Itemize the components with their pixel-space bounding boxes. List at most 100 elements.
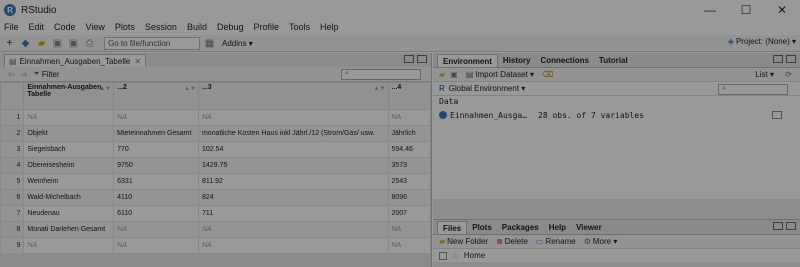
menu-file[interactable]: File (0, 22, 25, 32)
minimize-pane-icon[interactable] (773, 222, 783, 230)
broom-icon[interactable]: ⌫ (542, 70, 553, 79)
open-workspace-icon[interactable]: ▰ (439, 70, 445, 79)
table-cell: Weinheim (23, 173, 115, 190)
maximize-button[interactable]: ☐ (728, 0, 764, 20)
new-project-icon[interactable]: ◆ (19, 37, 32, 50)
app-title: RStudio (21, 4, 57, 16)
breadcrumb: ⌂ Home (433, 249, 800, 262)
tab-tutorial[interactable]: Tutorial (594, 54, 633, 67)
table-cell: 824 (197, 189, 389, 206)
table-cell: NA (23, 109, 115, 126)
table-cell: 6331 (113, 173, 199, 190)
scope-dropdown[interactable]: Global Environment ▾ (449, 84, 526, 93)
view-grid-icon[interactable] (772, 111, 782, 119)
tab-connections[interactable]: Connections (535, 54, 593, 67)
tab-packages[interactable]: Packages (497, 221, 544, 234)
tab-environment[interactable]: Environment (437, 54, 498, 67)
project-label: Project: (None) (735, 37, 790, 46)
column-header[interactable]: Einnahmen-Ausgaben Tabelle ▲▼ (23, 82, 115, 110)
title-bar: R RStudio — ☐ ✕ (0, 0, 800, 20)
more-button[interactable]: ⚙ More ▾ (584, 237, 618, 246)
select-all-checkbox[interactable] (439, 251, 447, 260)
files-toolbar: ▰ New Folder ⊗ Delete ▭ Rename ⚙ More ▾ (433, 235, 800, 249)
menu-code[interactable]: Code (50, 22, 82, 32)
table-row: 8 Monati Darlehen Gesamt NA NA NA (0, 221, 431, 238)
data-search-input[interactable]: ⌕ (341, 69, 421, 80)
object-description: 28 obs. of 7 variables (538, 110, 644, 120)
viewer-toolbar: ⇦ ⇨ ⏷ Filter ⌕ (0, 67, 431, 82)
expand-icon[interactable] (439, 111, 447, 119)
tab-plots[interactable]: Plots (467, 221, 497, 234)
menu-plots[interactable]: Plots (111, 22, 141, 32)
table-row: 7 Neudenau 6110 711 2007 (0, 205, 431, 222)
print-icon[interactable]: ⎙ (83, 37, 96, 50)
table-cell: Obereisesheim (23, 157, 115, 174)
back-arrow-icon[interactable]: ⇦ (8, 70, 15, 79)
list-view-button[interactable]: List ▾ (755, 70, 774, 79)
row-number: 9 (0, 237, 25, 254)
main-toolbar: + ◆ ▰ ▣ ▣ ⎙ Go to file/function ▦ Addins… (0, 35, 800, 52)
menu-debug[interactable]: Debug (213, 22, 250, 32)
addins-button[interactable]: Addins ▾ (222, 39, 253, 48)
menu-session[interactable]: Session (141, 22, 183, 32)
refresh-icon[interactable]: ⟳ (785, 70, 792, 79)
rename-icon: ▭ (535, 237, 544, 246)
env-search-input[interactable]: ⌕ (718, 84, 788, 95)
minimize-button[interactable]: — (692, 0, 728, 20)
new-folder-button[interactable]: ▰ New Folder (439, 237, 488, 246)
tab-viewer[interactable]: Viewer (571, 221, 607, 234)
filter-button[interactable]: ⏷ Filter (33, 69, 59, 79)
goto-file-input[interactable]: Go to file/function (104, 36, 200, 50)
tab-files[interactable]: Files (437, 221, 468, 234)
table-cell: Monati Darlehen Gesamt (23, 221, 115, 238)
menu-tools[interactable]: Tools (285, 22, 316, 32)
save-all-icon[interactable]: ▣ (67, 37, 80, 50)
open-file-icon[interactable]: ▰ (35, 37, 48, 50)
pane-layout-icon[interactable]: ▦ (203, 37, 216, 50)
minimize-pane-icon[interactable] (773, 55, 783, 63)
table-cell: 3573 (387, 157, 431, 174)
menu-view[interactable]: View (82, 22, 111, 32)
tab-data-viewer[interactable]: ▤ Einnahmen_Ausgaben_Tabelle ✕ (4, 54, 147, 67)
menu-profile[interactable]: Profile (250, 22, 286, 32)
row-number: 4 (0, 157, 25, 174)
project-menu[interactable]: ◈ Project: (None) ▾ (728, 37, 796, 46)
env-object-row[interactable]: Einnahmen_Ausga… 28 obs. of 7 variables (433, 108, 800, 122)
import-dataset-button[interactable]: ▤ Import Dataset ▾ (466, 70, 534, 79)
maximize-pane-icon[interactable] (786, 55, 796, 63)
minimize-pane-icon[interactable] (404, 55, 414, 63)
menu-edit[interactable]: Edit (25, 22, 51, 32)
close-button[interactable]: ✕ (764, 0, 800, 20)
column-header[interactable]: ...2 ▲▼ (113, 82, 199, 110)
save-workspace-icon[interactable]: ▣ (450, 70, 458, 79)
column-header[interactable]: ...4 (387, 82, 431, 110)
menu-build[interactable]: Build (183, 22, 213, 32)
table-cell: NA (387, 237, 431, 254)
maximize-pane-icon[interactable] (786, 222, 796, 230)
table-cell: NA (113, 221, 199, 238)
breadcrumb-home[interactable]: Home (464, 251, 485, 260)
menu-help[interactable]: Help (316, 22, 345, 32)
delete-button[interactable]: ⊗ Delete (496, 237, 528, 246)
save-icon[interactable]: ▣ (51, 37, 64, 50)
new-file-icon[interactable]: + (3, 37, 16, 50)
maximize-pane-icon[interactable] (417, 55, 427, 63)
sort-icon: ▲▼ (99, 86, 112, 92)
close-tab-icon[interactable]: ✕ (134, 57, 141, 66)
table-cell: NA (197, 109, 389, 126)
scope-toolbar: R Global Environment ▾ ⌕ (433, 82, 800, 96)
addins-label: Addins (222, 38, 247, 48)
sort-icon: ▲▼ (373, 86, 386, 92)
home-icon[interactable]: ⌂ (453, 251, 458, 260)
tab-history[interactable]: History (498, 54, 536, 67)
table-cell: Objekt (23, 125, 115, 142)
rename-button[interactable]: ▭ Rename (536, 237, 576, 246)
tab-help[interactable]: Help (544, 221, 571, 234)
table-cell: Mieteinnahmen Gesamt (113, 125, 199, 142)
column-header[interactable]: ...3 ▲▼ (197, 82, 389, 110)
object-name: Einnahmen_Ausga… (450, 110, 528, 120)
sort-icon: ▲▼ (184, 86, 196, 92)
delete-icon: ⊗ (496, 237, 503, 246)
forward-arrow-icon[interactable]: ⇨ (21, 70, 28, 79)
row-number: 1 (0, 109, 25, 126)
